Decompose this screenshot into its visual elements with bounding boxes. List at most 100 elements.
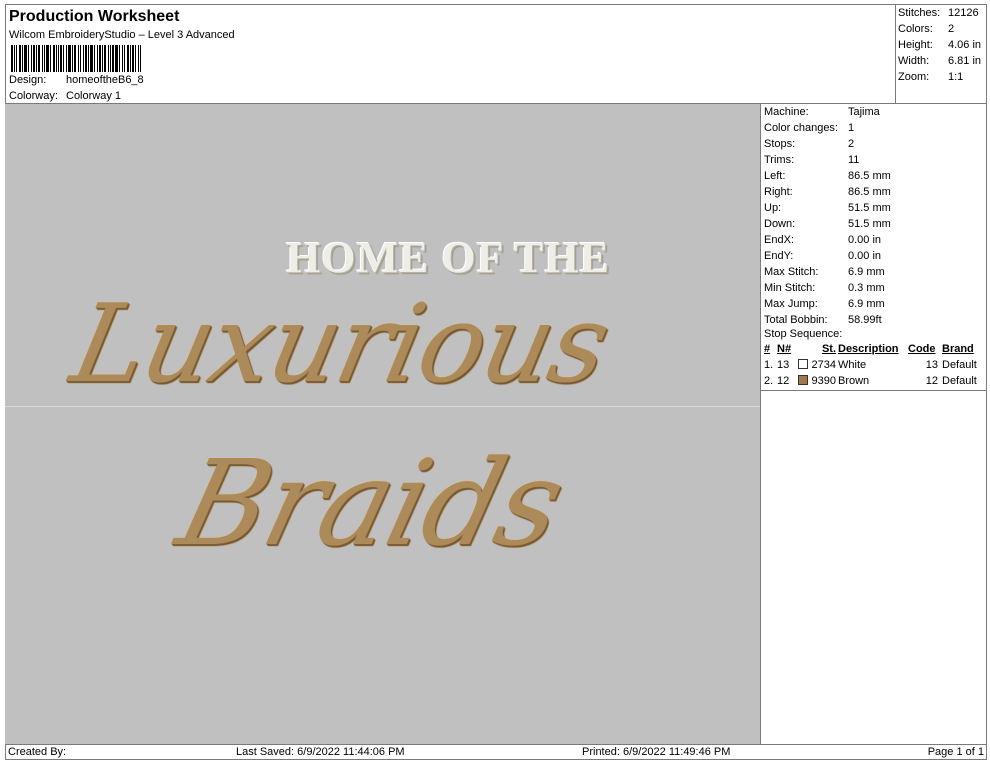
page-title: Production Worksheet xyxy=(9,8,180,25)
param-label: Color changes: xyxy=(764,122,838,134)
param-label: Machine: xyxy=(764,106,809,118)
embroidery-text-luxurious: Luxurious xyxy=(61,282,619,407)
summary-value: 4.06 in xyxy=(948,39,982,51)
param-left: Left: 86.5 mm xyxy=(764,168,891,184)
param-label: Left: xyxy=(764,170,786,182)
footer-created-by: Created By: xyxy=(8,746,67,758)
col-header-brand: Brand xyxy=(942,343,974,355)
row-stitches: 2734 xyxy=(811,359,836,371)
param-value: 86.5 mm xyxy=(848,186,891,198)
summary-stitches: Stitches: 12126 xyxy=(898,6,986,22)
param-value: 0.3 mm xyxy=(848,282,885,294)
summary-label: Zoom: xyxy=(898,71,930,83)
param-down: Down: 51.5 mm xyxy=(764,216,891,232)
row-stitches: 9390 xyxy=(811,375,836,387)
summary-value: 6.81 in xyxy=(948,55,982,67)
param-value: 11 xyxy=(848,154,860,166)
stop-sequence-divider xyxy=(761,390,987,391)
param-label: Trims: xyxy=(764,154,795,166)
design-row: Design: homeoftheB6_8 xyxy=(9,74,144,86)
software-name: Wilcom EmbroideryStudio – Level 3 Advanc… xyxy=(9,29,235,41)
param-max-jump: Max Jump: 6.9 mm xyxy=(764,296,885,312)
thread-color-swatch xyxy=(798,375,809,385)
summary-label: Colors: xyxy=(898,23,933,35)
footer-page-number: Page 1 of 1 xyxy=(927,746,984,758)
col-header-num: # xyxy=(764,343,771,355)
param-value: 86.5 mm xyxy=(848,170,891,182)
param-label: Stops: xyxy=(764,138,796,150)
row-brand: Default xyxy=(942,359,977,371)
param-max-stitch: Max Stitch: 6.9 mm xyxy=(764,264,885,280)
row-description: Brown xyxy=(838,375,870,387)
embroidery-text-braids: Braids xyxy=(165,434,576,572)
row-needle: 13 xyxy=(777,359,790,371)
summary-label: Height: xyxy=(898,39,933,51)
param-value: 1 xyxy=(848,122,855,134)
thread-color-swatch xyxy=(798,359,809,369)
table-row: 2. 12 9390 Brown 12 Default xyxy=(761,373,987,389)
footer-last-saved: Last Saved: 6/9/2022 11:44:06 PM xyxy=(236,746,405,758)
summary-width: Width: 6.81 in xyxy=(898,54,986,70)
summary-value: 1:1 xyxy=(948,71,964,83)
param-value: 51.5 mm xyxy=(848,218,891,230)
stop-sequence-table: # N# St. Description Code Brand 1. 13 27… xyxy=(761,341,987,389)
summary-height: Height: 4.06 in xyxy=(898,38,986,54)
row-code: 13 xyxy=(925,359,938,371)
param-value: Tajima xyxy=(848,106,880,118)
summary-panel: Stitches: 12126 Colors: 2 Height: 4.06 in W… xyxy=(895,4,987,104)
param-value: 0.00 in xyxy=(848,234,882,246)
param-min-stitch: Min Stitch: 0.3 mm xyxy=(764,280,885,296)
param-color-changes: Color changes: 1 xyxy=(764,120,854,136)
stop-sequence-title: Stop Sequence: xyxy=(764,328,843,340)
param-endy: EndY: 0.00 in xyxy=(764,248,881,264)
row-brand: Default xyxy=(942,375,977,387)
param-value: 2 xyxy=(848,138,855,150)
row-num: 1. xyxy=(764,359,774,371)
row-needle: 12 xyxy=(777,375,790,387)
param-endx: EndX: 0.00 in xyxy=(764,232,881,248)
param-label: Max Jump: xyxy=(764,298,818,310)
param-up: Up: 51.5 mm xyxy=(764,200,891,216)
colorway-label: Colorway: xyxy=(9,90,58,102)
col-header-st: St. xyxy=(821,343,836,355)
param-value: 6.9 mm xyxy=(848,266,885,278)
footer-printed: Printed: 6/9/2022 11:49:46 PM xyxy=(582,746,731,758)
summary-label: Stitches: xyxy=(898,7,941,19)
param-right: Right: 86.5 mm xyxy=(764,184,891,200)
param-value: 6.9 mm xyxy=(848,298,885,310)
param-label: EndY: xyxy=(764,250,794,262)
design-label: Design: xyxy=(9,74,47,86)
summary-value: 2 xyxy=(948,23,955,35)
param-value: 0.00 in xyxy=(848,250,882,262)
row-code: 12 xyxy=(925,375,938,387)
barcode-gap xyxy=(141,45,143,72)
design-preview: HOME OF THE Luxurious Braids xyxy=(5,104,761,744)
param-trims: Trims: 11 xyxy=(764,152,859,168)
summary-label: Width: xyxy=(898,55,930,67)
colorway-value: Colorway 1 xyxy=(66,90,122,102)
row-num: 2. xyxy=(764,375,774,387)
param-label: Max Stitch: xyxy=(764,266,819,278)
param-label: Min Stitch: xyxy=(764,282,816,294)
param-label: Up: xyxy=(764,202,782,214)
col-header-description: Description xyxy=(838,343,899,355)
param-machine: Machine: Tajima xyxy=(764,104,880,120)
col-header-n: N# xyxy=(777,343,792,355)
summary-zoom: Zoom: 1:1 xyxy=(898,70,986,86)
param-stops: Stops: 2 xyxy=(764,136,854,152)
summary-colors: Colors: 2 xyxy=(898,22,986,38)
colorway-row: Colorway: Colorway 1 xyxy=(9,90,121,102)
param-value: 51.5 mm xyxy=(848,202,891,214)
machine-parameters-panel: Machine: Tajima Color changes: 1 Stops: 2 T… xyxy=(761,104,987,744)
table-row: 1. 13 2734 White 13 Default xyxy=(761,357,987,373)
stop-sequence-header-row: # N# St. Description Code Brand xyxy=(761,341,987,357)
worksheet-footer: Created By: Last Saved: 6/9/2022 11:44:0… xyxy=(5,744,987,760)
design-value: homeoftheB6_8 xyxy=(66,74,144,86)
summary-value: 12126 xyxy=(948,7,979,19)
param-label: Right: xyxy=(764,186,793,198)
barcode-image xyxy=(11,45,209,72)
param-label: EndX: xyxy=(764,234,794,246)
worksheet-header: Production Worksheet Wilcom EmbroiderySt… xyxy=(5,4,895,104)
param-value: 58.99ft xyxy=(848,314,882,326)
param-label: Down: xyxy=(764,218,796,230)
